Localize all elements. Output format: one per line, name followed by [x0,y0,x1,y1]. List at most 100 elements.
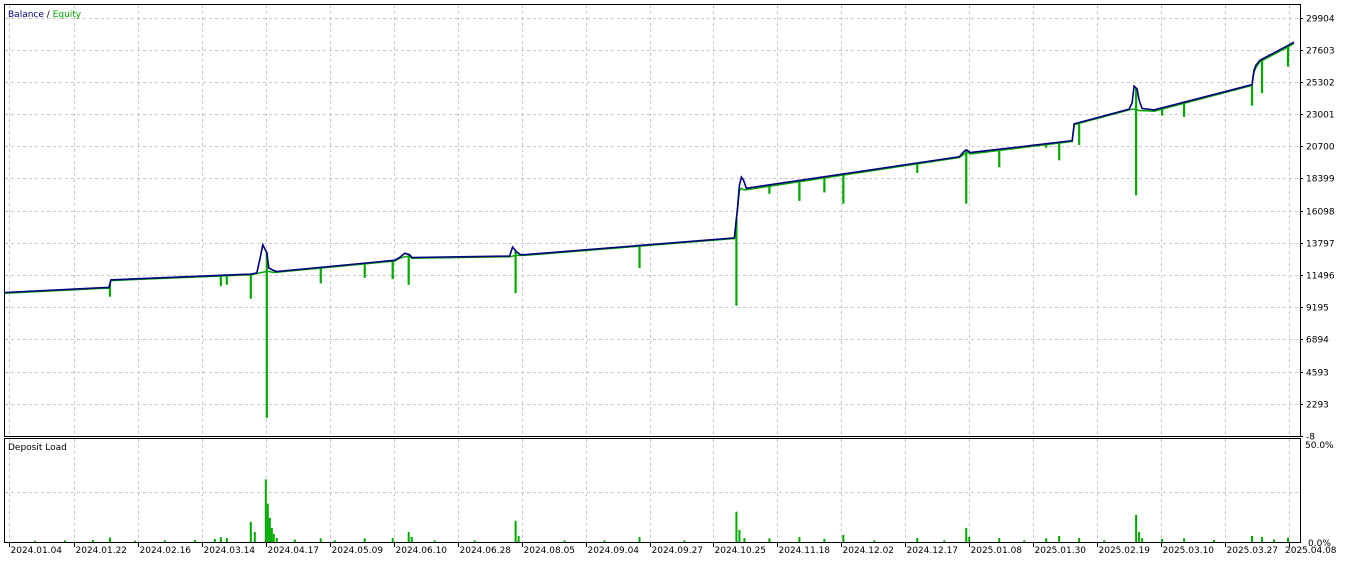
deposit-load-bar [1045,538,1048,542]
deposit-load-bar [998,537,1001,542]
x-tick-label: 2025.03.10 [1163,546,1215,556]
y-tick-label: 2293 [1306,401,1329,411]
deposit-load-bar [225,537,228,542]
deposit-load-bar [1103,540,1106,542]
deposit-load-bar [253,531,256,542]
y-tick-label: 6894 [1306,336,1329,346]
x-tick-label: 2024.06.10 [396,546,448,556]
x-axis: 2024.01.04 2024.01.22 2024.02.16 2024.03.14… [9,543,1337,556]
deposit-load-bar [735,511,738,542]
deposit-load-bar [743,537,746,542]
legend-equity: Equity [53,10,82,20]
balance-line [4,41,1295,294]
y-tick-label: 29904 [1306,15,1335,25]
deposit-load-bar [133,540,136,542]
deposit-load-bar [965,527,968,542]
y-tick-label: 16098 [1306,208,1335,218]
deposit-load-bar [738,529,741,542]
y-tick-label: 20700 [1306,143,1335,153]
deposit-load-bar [1023,540,1026,542]
deposit-load-bar [1138,531,1141,542]
y-tick-label: 4593 [1306,369,1329,379]
x-tick-label: 2025.01.30 [1035,546,1087,556]
x-tick-label: 2025.01.08 [971,546,1023,556]
x-tick-label: 2024.09.27 [652,546,704,556]
deposit-load-bar [272,533,275,542]
deposit-load-bar [514,520,517,542]
deposit-load-bar [517,535,520,542]
x-tick-label: 2024.05.09 [332,546,384,556]
main-y-axis: 29904 27603 25302 23001 20700 18399 16098 13797… [1300,15,1335,443]
load-grid [5,439,1300,542]
deposit-load-bar [603,540,606,542]
deposit-load-bar [410,536,413,542]
x-tick-label: 2024.12.02 [843,546,895,556]
deposit-load-bar [1058,535,1061,542]
deposit-load-bar [163,540,166,542]
deposit-load-bar [264,479,267,542]
y-tick-label: 27603 [1306,47,1335,57]
deposit-load-bar [473,540,476,542]
chart-legend: Balance / Equity [8,10,82,20]
deposit-load-bar [768,538,771,542]
deposit-load-bar [249,521,252,542]
deposit-load-bar [1078,537,1081,542]
balance-equity-chart: 29904 27603 25302 23001 20700 18399 16098 13797… [4,4,1337,556]
y-tick-label: 13797 [1306,240,1335,250]
deposit-load-bar [407,531,410,542]
y-tick-label: 18399 [1306,175,1335,185]
deposit-load-bar [293,539,296,542]
main-panel-frame [4,4,1301,437]
deposit-load-bar [1141,537,1144,542]
load-panel-title: Deposit Load [8,443,67,453]
deposit-load-bar [319,538,322,542]
x-tick-label: 2024.01.22 [76,546,128,556]
deposit-load-bar [91,539,94,542]
deposit-load-bar [1261,536,1264,542]
deposit-load-bar [943,540,946,542]
x-tick-label: 2024.09.04 [588,546,640,556]
deposit-load-bar [108,537,111,542]
deposit-load-bar [968,536,971,542]
deposit-load-bar [638,536,641,542]
deposit-load-bar [823,538,826,542]
deposit-load-bar [391,537,394,542]
deposit-load-bar [683,540,686,542]
deposit-load-bar [873,540,876,542]
x-tick-label: 2024.12.17 [907,546,959,556]
legend-separator: / [44,10,53,20]
y-tick-label: 25302 [1306,79,1335,89]
deposit-load-bar [1161,538,1164,542]
equity-drawdown-spikes [108,45,1290,418]
x-tick-label: 2024.11.18 [779,546,831,556]
load-panel-frame [4,438,1301,543]
deposit-load-bar [268,517,271,542]
x-tick-label: 2025.04.08 [1285,546,1337,556]
deposit-load-bar [1273,539,1276,542]
deposit-load-bar [1287,537,1290,542]
x-tick-label: 2024.02.16 [140,546,192,556]
deposit-load-bar [916,537,919,542]
deposit-load-bar [1135,514,1138,542]
deposit-load-bar [363,538,366,542]
deposit-load-bar [842,534,845,542]
y-tick-label: 9195 [1306,304,1329,314]
x-tick-label: 2025.02.19 [1099,546,1151,556]
deposit-load-bar [33,540,36,542]
deposit-load-bars [33,479,1290,542]
deposit-load-bar [193,539,196,542]
deposit-load-bar [563,540,566,542]
x-tick-label: 2024.04.17 [268,546,320,556]
load-ytick-max: 50.0% [1305,441,1334,451]
deposit-load-bar [1213,539,1216,542]
x-tick-label: 2024.06.28 [460,546,512,556]
legend-balance: Balance [8,10,44,20]
x-tick-label: 2024.08.05 [524,546,576,556]
deposit-load-bar [270,527,273,542]
y-tick-label: 23001 [1306,111,1335,121]
deposit-load-bar [798,536,801,542]
y-tick-label: 11496 [1306,272,1335,282]
x-tick-label: 2024.01.04 [11,546,63,556]
x-tick-label: 2024.03.14 [204,546,256,556]
deposit-load-bar [275,537,278,542]
